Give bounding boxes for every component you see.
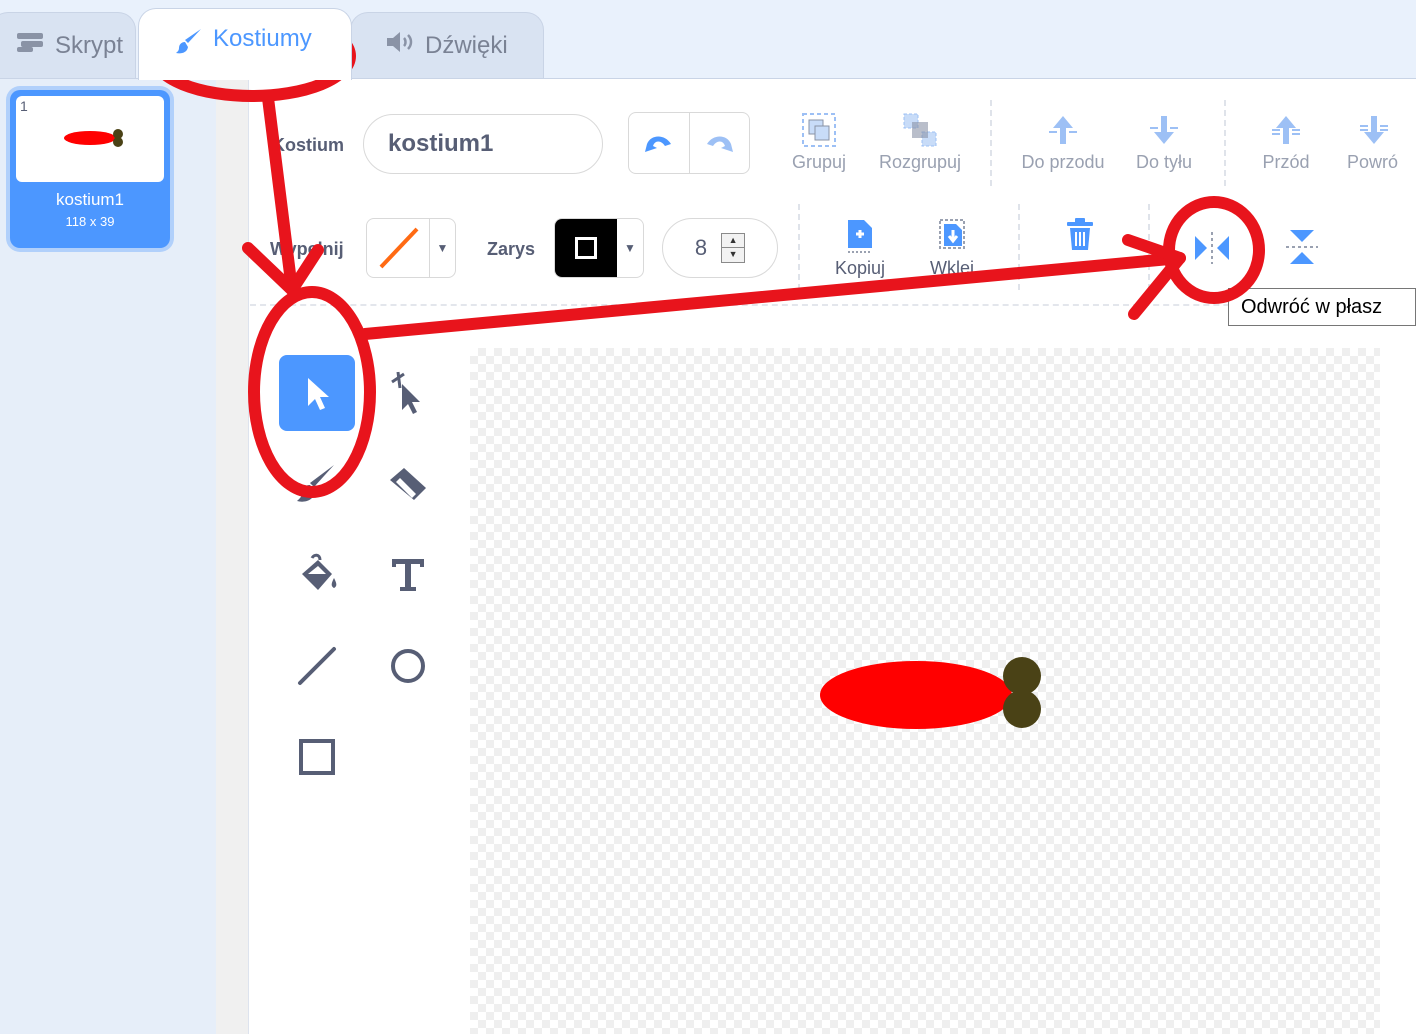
brush-icon [297,465,334,502]
tab-costumes[interactable]: Kostiumy [138,8,352,80]
sprite-thumbnail-image [64,129,123,147]
paste-label: Wklej [930,258,974,278]
tab-sounds[interactable]: Dźwięki [350,12,544,78]
tab-scripts[interactable]: Skrypt [0,12,136,78]
paint-canvas[interactable] [470,348,1380,1034]
costume-item-size: 118 x 39 [65,214,115,229]
toolbar-divider [990,100,992,186]
paint-bucket-icon [302,553,337,590]
sprite-drawing[interactable] [818,656,1048,732]
costume-thumbnail: 1 [16,96,164,182]
select-tool[interactable] [279,355,355,431]
tab-scripts-label: Skrypt [55,31,124,59]
outline-width-value: 8 [694,235,708,260]
costume-item-selected[interactable]: 1 kostium1 118 x 39 [10,90,170,248]
width-stepper[interactable]: ▲ ▼ [721,233,746,263]
copy-icon [826,214,894,258]
group-button[interactable]: Grupuj [786,108,852,173]
back-button[interactable]: Powró [1344,108,1416,173]
tooltip: Odwróć w płasz [1228,288,1416,326]
flip-vertical-button[interactable] [1280,226,1324,270]
front-label: Przód [1262,152,1310,172]
tab-sounds-label: Dźwięki [425,31,508,59]
stepper-up-icon[interactable]: ▲ [722,234,744,247]
rectangle-icon [299,739,335,775]
copy-button[interactable]: Kopiuj [826,214,894,279]
undo-icon [644,136,671,152]
costume-item-name: kostium1 [55,190,125,209]
ungroup-label: Rozgrupuj [878,152,962,172]
dropdown-arrow-icon: ▼ [436,241,449,255]
outline-color-picker[interactable]: ▼ [554,218,644,278]
backward-button[interactable]: Do tyłu [1126,108,1202,173]
dropdown-arrow-icon: ▼ [624,241,636,255]
back-label: Powró [1347,152,1399,172]
fill-tool[interactable] [279,537,355,613]
eraser-icon [390,468,426,500]
arrow-bottom-icon [1344,108,1416,152]
forward-button[interactable]: Do przodu [1014,108,1112,173]
paintbrush-icon [175,26,205,63]
backward-label: Do tyłu [1135,152,1193,172]
toolbar-divider [1148,204,1150,290]
text-tool[interactable] [370,537,446,613]
tab-costumes-label: Kostiumy [213,24,312,52]
reshape-cursor-icon [391,371,420,414]
arrow-up-icon [1014,108,1112,152]
group-icon [786,108,852,152]
toolbar-divider [1224,100,1226,186]
text-icon [392,559,424,591]
ungroup-icon [870,108,970,152]
outline-width-input[interactable]: 8 ▲ ▼ [662,218,778,278]
outline-label: Zarys [487,239,536,259]
redo-button[interactable] [690,113,750,173]
eraser-tool[interactable] [370,446,446,522]
ungroup-button[interactable]: Rozgrupuj [870,108,970,173]
line-tool[interactable] [279,628,355,704]
costume-name-input[interactable]: kostium1 [363,114,603,174]
fill-color-picker[interactable]: ▼ [366,218,456,278]
toolbar-divider [1018,204,1020,290]
arrow-top-icon [1254,108,1318,152]
arrow-down-icon [1126,108,1202,152]
trash-icon [1067,218,1093,250]
fill-swatch [367,219,430,277]
brush-tool[interactable] [279,446,355,522]
circle-tool[interactable] [370,628,446,704]
line-icon [298,647,336,685]
costume-index: 1 [20,98,28,114]
code-blocks-icon [17,31,47,60]
front-button[interactable]: Przód [1254,108,1318,173]
redo-icon [707,136,734,152]
flip-vertical-icon [1286,230,1318,264]
group-label: Grupuj [791,152,847,172]
paste-button[interactable]: Wklej [918,214,986,279]
circle-icon [391,649,425,683]
forward-label: Do przodu [1021,152,1105,172]
stepper-down-icon[interactable]: ▼ [722,247,745,261]
paste-icon [918,214,986,258]
rectangle-tool[interactable] [279,719,355,795]
undo-button[interactable] [629,113,690,173]
arrow-cursor-icon [308,378,329,410]
fill-label: Wypełnij [270,239,344,259]
toolbar-divider [798,204,800,290]
panel-divider [216,79,249,1034]
delete-button[interactable] [1058,216,1102,260]
outline-swatch [555,219,617,277]
reshape-tool[interactable] [370,355,446,431]
flip-horizontal-icon [1195,232,1229,264]
costume-name-label: Kostium [272,135,344,155]
flip-horizontal-button[interactable] [1190,228,1234,268]
undo-redo-group [628,112,750,174]
copy-label: Kopiuj [834,258,886,278]
speaker-icon [385,30,417,61]
